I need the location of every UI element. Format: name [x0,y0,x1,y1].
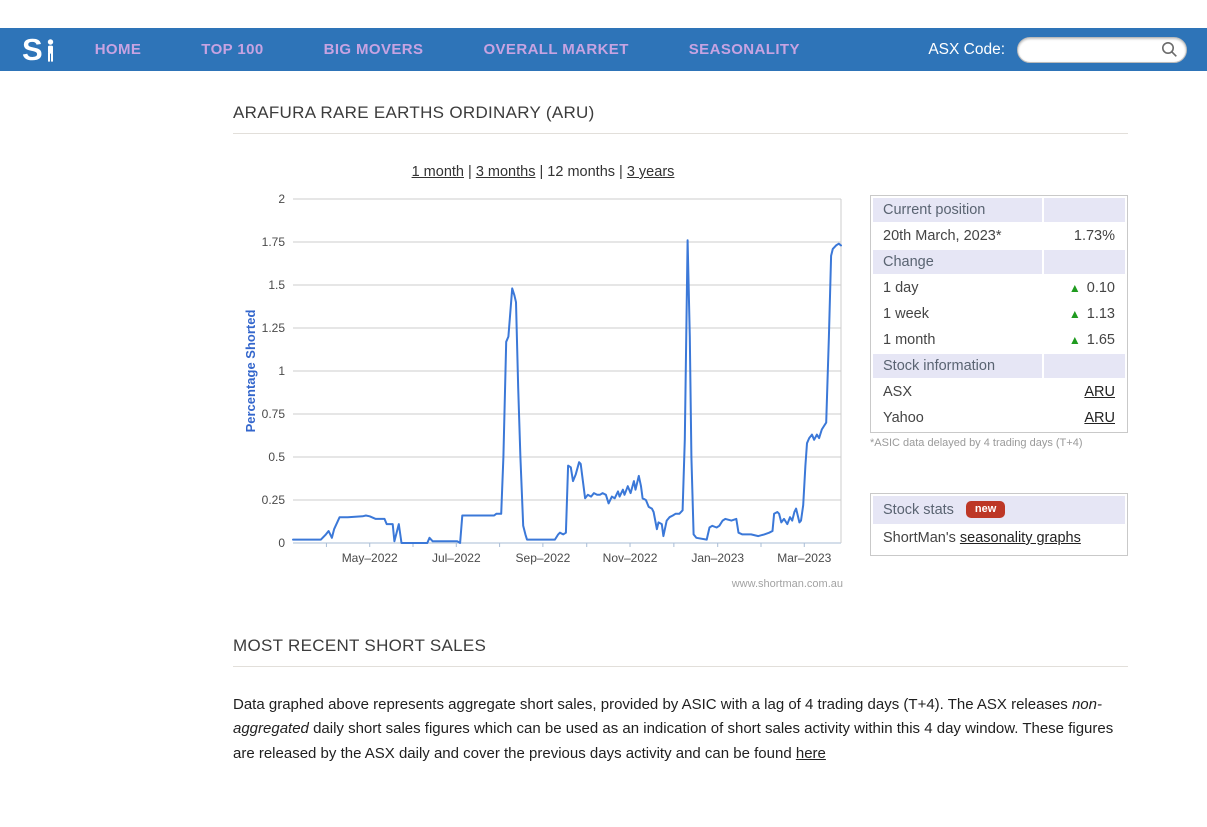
svg-text:Percentage Shorted: Percentage Shorted [243,310,258,433]
range-link-3-years[interactable]: 3 years [627,164,675,180]
chart-row: 1 month | 3 months | 12 months | 3 years… [233,164,1128,590]
new-badge: new [966,501,1005,518]
nav-item-home[interactable]: HOME [95,41,142,58]
asic-delay-footnote: *ASIC data delayed by 4 trading days (T+… [870,437,1128,449]
svg-text:Jul–2022: Jul–2022 [432,551,481,565]
up-triangle-icon: ▲ [1069,333,1081,347]
stats-section-header-spacer [1044,198,1125,222]
range-links: 1 month | 3 months | 12 months | 3 years [241,164,845,180]
svg-text:2: 2 [278,192,285,206]
stats-column: Current position20th March, 2023* 1.73% Ch… [870,195,1128,590]
brand-logo[interactable]: S [22,34,57,65]
stats-row-label: 1 day [873,276,1042,300]
percentage-shorted-chart: 0 0.25 0.5 0.75 1 1.25 1.5 1.75 2 May–2022 Jul–202… [241,183,845,581]
seasonality-graphs-link[interactable]: seasonality graphs [960,530,1081,546]
stats-row-value-cell: ARU [1044,406,1125,430]
range-link-3-months[interactable]: 3 months [476,164,536,180]
svg-text:0.75: 0.75 [262,407,286,421]
svg-text:1.5: 1.5 [268,278,285,292]
navbar: S HOME TOP 100 BIG MOVERS OVERALL MARKET SEA… [0,28,1207,71]
nav-item-overall-market[interactable]: OVERALL MARKET [483,41,628,58]
stats-row-value: 1.13 [1087,306,1115,322]
nav-item-seasonality[interactable]: SEASONALITY [689,41,800,58]
seasonality-prefix: ShortMan's [883,530,960,546]
stock-stats-body: ShortMan's seasonality graphs [873,524,1125,553]
chart-column: 1 month | 3 months | 12 months | 3 years… [241,164,845,590]
short-sales-title: MOST RECENT SHORT SALES [233,636,1128,667]
asx-code-label: ASX Code: [928,41,1005,59]
up-triangle-icon: ▲ [1069,307,1081,321]
asx-code-search-box[interactable] [1017,37,1187,63]
stats-row-label: Yahoo [873,406,1042,430]
range-link-1-month[interactable]: 1 month [412,164,464,180]
nav-item-top-100[interactable]: TOP 100 [201,41,263,58]
stats-section-header-stock-information: Stock information [873,354,1042,378]
svg-text:May–2022: May–2022 [342,551,398,565]
here-link[interactable]: here [796,745,826,762]
svg-text:0.25: 0.25 [262,493,286,507]
page-title: ARAFURA RARE EARTHS ORDINARY (ARU) [233,103,1128,134]
range-separator: | [615,164,627,180]
stats-row-value-cell: ▲ 0.10 [1044,276,1125,300]
stats-section-header-change: Change [873,250,1042,274]
stats-row-label: 1 week [873,302,1042,326]
stats-section-header-spacer [1044,354,1125,378]
para-text-1: Data graphed above represents aggregate … [233,696,1072,713]
svg-text:1: 1 [278,364,285,378]
range-separator: | [535,164,547,180]
svg-text:Sep–2022: Sep–2022 [516,551,571,565]
stats-row-label: 20th March, 2023* [873,224,1042,248]
range-separator: | [464,164,476,180]
search-icon[interactable] [1160,40,1179,59]
stock-stats-box: Stock stats new ShortMan's seasonality g… [870,493,1128,556]
stats-row-value-cell: 1.73% [1044,224,1125,248]
nav-item-big-movers[interactable]: BIG MOVERS [324,41,424,58]
para-text-2: daily short sales figures which can be u… [233,720,1113,761]
brand-s-letter: S [22,34,42,65]
svg-text:Jan–2023: Jan–2023 [691,551,744,565]
stats-section-header-current-position: Current position [873,198,1042,222]
person-icon [44,39,57,63]
stats-row-value-cell: ▲ 1.13 [1044,302,1125,326]
stats-table: Current position20th March, 2023* 1.73% Ch… [870,195,1128,433]
short-sales-paragraph: Data graphed above represents aggregate … [233,693,1128,766]
stats-section-header-spacer [1044,250,1125,274]
range-current-12-months: 12 months [547,164,615,180]
yahoo-link[interactable]: ARU [1084,410,1115,426]
stats-row-value: 1.73% [1074,228,1115,244]
up-triangle-icon: ▲ [1069,281,1081,295]
stats-row-label: ASX [873,380,1042,404]
nav-links: HOME TOP 100 BIG MOVERS OVERALL MARKET SEASO… [95,41,860,58]
asx-code-input[interactable] [1028,41,1160,59]
svg-text:Mar–2023: Mar–2023 [777,551,831,565]
main-content: ARAFURA RARE EARTHS ORDINARY (ARU) 1 mon… [233,103,1128,766]
stats-row-label: 1 month [873,328,1042,352]
stats-row-value: 1.65 [1087,332,1115,348]
asx-link[interactable]: ARU [1084,384,1115,400]
search-area: ASX Code: [928,37,1187,63]
svg-text:0.5: 0.5 [268,450,285,464]
stats-row-value-cell: ARU [1044,380,1125,404]
stock-stats-title: Stock stats [883,502,954,518]
svg-text:Nov–2022: Nov–2022 [603,551,658,565]
stats-row-value: 0.10 [1087,280,1115,296]
svg-text:1.25: 1.25 [262,321,286,335]
svg-text:1.75: 1.75 [262,235,286,249]
svg-text:0: 0 [278,536,285,550]
stock-stats-header: Stock stats new [873,496,1125,524]
stats-row-value-cell: ▲ 1.65 [1044,328,1125,352]
